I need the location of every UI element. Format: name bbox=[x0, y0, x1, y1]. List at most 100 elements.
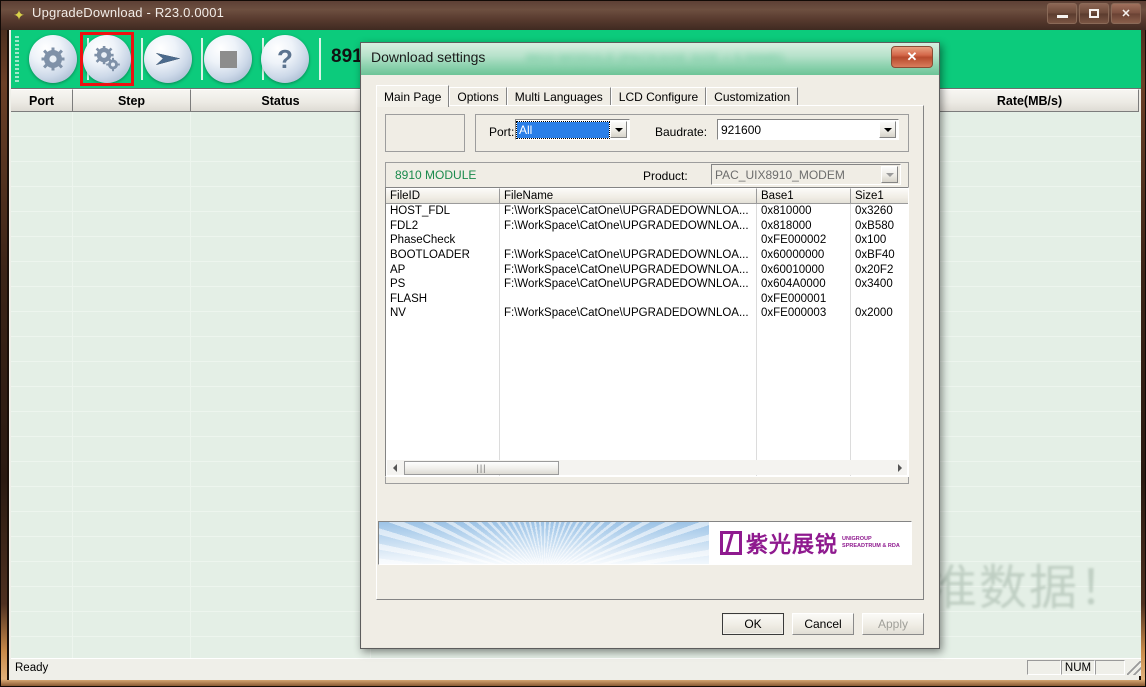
cell-step bbox=[73, 587, 191, 611]
cell-step bbox=[73, 212, 191, 236]
column-header-size1[interactable]: Size1 bbox=[851, 188, 908, 204]
table-row[interactable]: PS F:\WorkSpace\CatOne\UPGRADEDOWNLOA...… bbox=[386, 277, 908, 292]
maximize-button[interactable] bbox=[1079, 3, 1109, 24]
main-window-titlebar[interactable]: ✦ UpgradeDownload - R23.0.0001 ✕ bbox=[1, 1, 1146, 30]
cell-size1: 0x2000 bbox=[855, 307, 893, 320]
dialog-titlebar[interactable]: Download settings 8910 MODULE (PACKAGE S… bbox=[361, 43, 939, 75]
column-header-status[interactable]: Status bbox=[191, 89, 371, 112]
cell-port bbox=[11, 512, 73, 536]
cancel-button[interactable]: Cancel bbox=[792, 613, 854, 635]
main-window-title: UpgradeDownload - R23.0.0001 bbox=[32, 5, 225, 20]
cell-base1: 0x604A0000 bbox=[761, 278, 826, 291]
cell-fileid: PhaseCheck bbox=[390, 234, 456, 247]
play-arrow-icon bbox=[156, 53, 180, 65]
table-row[interactable]: FDL2 F:\WorkSpace\CatOne\UPGRADEDOWNLOA.… bbox=[386, 219, 908, 234]
cell-status bbox=[191, 312, 371, 336]
toolbar-grip[interactable] bbox=[15, 34, 19, 84]
cell-port bbox=[11, 562, 73, 586]
cell-step bbox=[73, 187, 191, 211]
tab-lcd-configure[interactable]: LCD Configure bbox=[610, 87, 707, 106]
cell-base1: 0x818000 bbox=[761, 219, 812, 232]
help-button[interactable]: ? bbox=[261, 35, 309, 83]
tab-customization[interactable]: Customization bbox=[706, 87, 799, 106]
tab-main-page[interactable]: Main Page bbox=[376, 85, 450, 107]
column-header-base1[interactable]: Base1 bbox=[757, 188, 851, 204]
column-header-rate[interactable]: Rate(MB/s) bbox=[921, 89, 1139, 112]
cell-status bbox=[191, 537, 371, 561]
column-header-filename[interactable]: FileName bbox=[500, 188, 757, 204]
chevron-down-icon bbox=[885, 172, 894, 177]
cell-base1: 0xFE000002 bbox=[761, 234, 827, 247]
file-list-hscrollbar[interactable]: ||| bbox=[387, 460, 907, 475]
product-select-value: PAC_UIX8910_MODEM bbox=[715, 167, 845, 182]
cell-step bbox=[73, 562, 191, 586]
hscrollbar-thumb[interactable]: ||| bbox=[404, 460, 559, 475]
cell-port bbox=[11, 387, 73, 411]
cell-port bbox=[11, 137, 73, 161]
stop-button[interactable] bbox=[204, 35, 252, 83]
table-row[interactable]: PhaseCheck 0xFE000002 0x100 bbox=[386, 233, 908, 248]
ok-button[interactable]: OK bbox=[722, 613, 784, 635]
tab-options[interactable]: Options bbox=[449, 87, 507, 106]
table-row[interactable]: NV F:\WorkSpace\CatOne\UPGRADEDOWNLOA...… bbox=[386, 306, 908, 321]
cell-status bbox=[191, 112, 371, 136]
cell-base1: 0xFE000003 bbox=[761, 307, 827, 320]
dialog-close-button[interactable]: ✕ bbox=[891, 46, 933, 68]
table-row[interactable]: AP F:\WorkSpace\CatOne\UPGRADEDOWNLOA...… bbox=[386, 262, 908, 277]
cell-size1: 0xB580 bbox=[855, 219, 895, 232]
cell-status bbox=[191, 512, 371, 536]
resize-grip-icon[interactable] bbox=[1127, 660, 1141, 675]
cell-base1: 0x810000 bbox=[761, 205, 812, 218]
table-row[interactable]: FLASH 0xFE000001 bbox=[386, 292, 908, 307]
window-controls: ✕ bbox=[1047, 3, 1141, 24]
port-select[interactable]: All bbox=[515, 119, 630, 140]
cell-step bbox=[73, 137, 191, 161]
start-button[interactable] bbox=[144, 35, 192, 83]
dialog-title: Download settings bbox=[371, 49, 486, 65]
cell-base1: 0x60010000 bbox=[761, 263, 825, 276]
chevron-down-icon bbox=[883, 127, 892, 132]
cell-port bbox=[11, 462, 73, 486]
column-header-port[interactable]: Port bbox=[11, 89, 73, 112]
baudrate-select-arrow[interactable] bbox=[879, 121, 896, 138]
tab-multi-languages[interactable]: Multi Languages bbox=[506, 87, 611, 106]
product-select[interactable]: PAC_UIX8910_MODEM bbox=[711, 164, 901, 185]
baudrate-select[interactable]: 921600 bbox=[717, 119, 899, 140]
cell-port bbox=[11, 412, 73, 436]
minimize-button[interactable] bbox=[1047, 3, 1077, 24]
cell-step bbox=[73, 387, 191, 411]
close-button[interactable]: ✕ bbox=[1111, 3, 1141, 24]
product-select-arrow[interactable] bbox=[881, 166, 898, 183]
cell-step bbox=[73, 262, 191, 286]
vendor-logo-en-line1: UNIGROUP bbox=[842, 536, 872, 542]
cell-fileid: BOOTLOADER bbox=[390, 249, 470, 262]
port-select-arrow[interactable] bbox=[610, 121, 627, 138]
cell-port bbox=[11, 337, 73, 361]
table-row[interactable]: HOST_FDL F:\WorkSpace\CatOne\UPGRADEDOWN… bbox=[386, 204, 908, 219]
vendor-banner: 紫光展锐 UNIGROUP SPREADTRUM & RDA bbox=[378, 521, 912, 565]
toolbar-separator-2 bbox=[141, 38, 143, 80]
banner-sky-image bbox=[379, 522, 709, 564]
table-row[interactable]: BOOTLOADER F:\WorkSpace\CatOne\UPGRADEDO… bbox=[386, 248, 908, 263]
chip-icon: ✦ bbox=[13, 7, 25, 23]
column-header-fileid[interactable]: FileID bbox=[386, 188, 500, 204]
cell-fileid: FDL2 bbox=[390, 219, 419, 232]
scroll-right-arrow[interactable] bbox=[892, 460, 907, 475]
cell-fileid: HOST_FDL bbox=[390, 205, 451, 218]
cell-port bbox=[11, 587, 73, 611]
file-list-body[interactable]: HOST_FDL F:\WorkSpace\CatOne\UPGRADEDOWN… bbox=[386, 204, 908, 321]
cell-port bbox=[11, 612, 73, 636]
cell-filename: F:\WorkSpace\CatOne\UPGRADEDOWNLOA... bbox=[504, 263, 749, 276]
cell-port bbox=[11, 362, 73, 386]
scroll-left-arrow[interactable] bbox=[387, 460, 402, 475]
file-list-table[interactable]: FileID FileName Base1 Size1 HOST_FDL F:\… bbox=[385, 187, 909, 477]
toolbar-separator-3 bbox=[201, 38, 203, 80]
settings-button[interactable] bbox=[29, 35, 77, 83]
file-list-header: FileID FileName Base1 Size1 bbox=[386, 188, 908, 204]
cell-status bbox=[191, 587, 371, 611]
column-header-step[interactable]: Step bbox=[73, 89, 191, 112]
active-tool-highlight bbox=[80, 32, 134, 86]
cell-step bbox=[73, 337, 191, 361]
cell-size1: 0x3400 bbox=[855, 278, 893, 291]
status-indicators: NUM bbox=[1027, 660, 1141, 676]
